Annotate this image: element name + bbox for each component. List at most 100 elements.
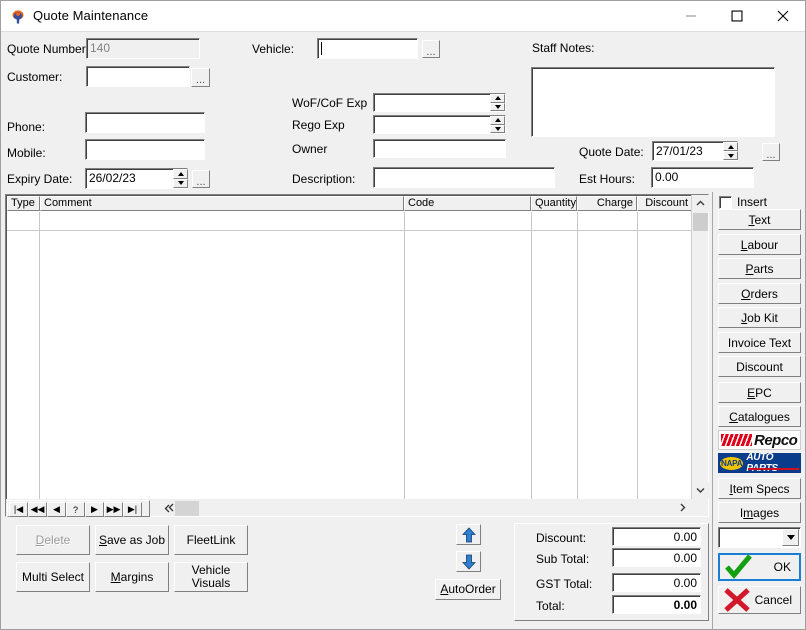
quote-number-input[interactable]: 140 xyxy=(86,38,200,59)
est-hours-label: Est Hours: xyxy=(579,172,636,186)
ok-label: OK xyxy=(773,560,791,574)
invoice-text-button[interactable]: Invoice Text xyxy=(718,332,801,353)
grid-col-quantity[interactable]: Quantity xyxy=(531,196,577,211)
grid-vertical-scrollbar[interactable] xyxy=(691,195,709,499)
quote-date-spin-down[interactable] xyxy=(723,151,738,160)
rego-exp-spin-up[interactable] xyxy=(490,116,505,125)
phone-input[interactable] xyxy=(85,112,205,133)
grid-scroll-up-button[interactable] xyxy=(692,195,709,212)
total-value[interactable]: 0.00 xyxy=(612,595,701,614)
multi-select-button[interactable]: Multi Select xyxy=(16,562,90,592)
rego-exp-spin-down[interactable] xyxy=(490,124,505,133)
nav-next-button[interactable]: ▶ xyxy=(85,502,104,517)
wof-cof-spin-up[interactable] xyxy=(490,94,505,103)
mobile-input[interactable] xyxy=(85,139,205,160)
grid-col-discount[interactable]: Discount xyxy=(637,196,692,211)
nav-first-button[interactable]: |◀ xyxy=(9,502,28,517)
staff-notes-textarea[interactable] xyxy=(531,67,775,137)
wof-cof-exp-input[interactable] xyxy=(373,93,506,112)
autoorder-button[interactable]: AutoOrder xyxy=(435,579,501,600)
vehicle-label: Vehicle: xyxy=(252,42,295,56)
nav-prev-button[interactable]: ◀ xyxy=(47,502,66,517)
quote-date-label: Quote Date: xyxy=(579,145,644,159)
phone-label: Phone: xyxy=(7,120,46,134)
description-label: Description: xyxy=(292,172,356,186)
minimize-button[interactable] xyxy=(668,1,714,31)
expiry-date-browse-button[interactable]: ... xyxy=(192,170,210,188)
orders-button[interactable]: Orders xyxy=(718,283,801,304)
insert-checkbox-row[interactable]: Insert xyxy=(719,195,767,209)
vehicle-browse-button[interactable]: ... xyxy=(422,40,440,58)
gst-total-value[interactable]: 0.00 xyxy=(612,573,701,592)
grid-col-comment[interactable]: Comment xyxy=(40,196,404,211)
expiry-date-spinner[interactable] xyxy=(173,169,188,188)
app-emblem-icon xyxy=(10,9,26,25)
parts-button[interactable]: Parts xyxy=(718,258,801,279)
cancel-button[interactable]: Cancel xyxy=(718,586,801,614)
nav-prev-page-button[interactable]: ◀◀ xyxy=(28,502,47,517)
est-hours-input[interactable]: 0.00 xyxy=(651,167,754,188)
nav-last-button[interactable]: ▶| xyxy=(123,502,142,517)
customer-browse-button[interactable]: ... xyxy=(191,68,210,87)
catalogues-button[interactable]: Catalogues xyxy=(718,406,801,427)
side-panel-dropdown[interactable] xyxy=(718,527,801,548)
chevron-down-icon[interactable] xyxy=(782,529,799,546)
expiry-date-spin-up[interactable] xyxy=(173,169,188,179)
maximize-button[interactable] xyxy=(714,1,760,31)
save-as-job-button[interactable]: Save as Job xyxy=(95,525,169,555)
wof-cof-spin-down[interactable] xyxy=(490,102,505,111)
grid-col-charge[interactable]: Charge xyxy=(577,196,637,211)
move-up-button[interactable] xyxy=(456,524,481,545)
margins-button[interactable]: Margins xyxy=(95,562,169,592)
record-navigator: |◀ ◀◀ ◀ ? ▶ ▶▶ ▶| xyxy=(7,500,150,517)
rego-exp-input[interactable] xyxy=(373,115,506,134)
grid-scroll-right-button[interactable] xyxy=(674,499,691,516)
item-specs-button[interactable]: Item Specs xyxy=(718,478,801,499)
napa-logo[interactable]: NAPA AUTO PARTS xyxy=(718,453,801,473)
delete-button[interactable]: Delete xyxy=(16,525,90,555)
grid-scroll-corner xyxy=(691,499,708,516)
sub-total-value[interactable]: 0.00 xyxy=(612,548,701,567)
nav-help-button[interactable]: ? xyxy=(66,502,85,517)
images-button[interactable]: Images xyxy=(718,502,801,523)
grid-col-type[interactable]: Type xyxy=(7,196,40,211)
text-button[interactable]: Text xyxy=(718,209,801,230)
move-down-button[interactable] xyxy=(456,551,481,572)
grid-body[interactable] xyxy=(7,212,691,499)
insert-label: Insert xyxy=(737,195,768,209)
wof-cof-exp-spinner[interactable] xyxy=(490,94,505,111)
discount-total-value[interactable]: 0.00 xyxy=(612,527,701,546)
customer-input[interactable] xyxy=(86,66,190,87)
grid-scroll-down-button[interactable] xyxy=(692,482,709,499)
owner-input[interactable] xyxy=(373,139,506,158)
vehicle-visuals-button[interactable]: Vehicle Visuals xyxy=(174,562,248,592)
labour-button[interactable]: Labour xyxy=(718,234,801,255)
grid-col-code[interactable]: Code xyxy=(404,196,531,211)
quote-date-spin-up[interactable] xyxy=(723,142,738,151)
gst-total-label: GST Total: xyxy=(536,577,593,591)
grid-vertical-scroll-thumb[interactable] xyxy=(693,213,708,231)
job-kit-button[interactable]: Job Kit xyxy=(718,307,801,328)
vehicle-visuals-line2: Visuals xyxy=(191,576,231,590)
quote-date-spinner[interactable] xyxy=(723,142,738,160)
nav-collapse-chevron-icon[interactable] xyxy=(161,501,173,516)
description-input[interactable] xyxy=(373,167,555,188)
line-items-grid[interactable]: Type Comment Code Quantity Charge Discou… xyxy=(5,194,709,517)
discount-button-label: Discount xyxy=(736,359,783,374)
ok-button[interactable]: OK xyxy=(718,553,801,581)
fleetlink-button[interactable]: FleetLink xyxy=(174,525,248,555)
close-button[interactable] xyxy=(760,1,805,31)
epc-button[interactable]: EPC xyxy=(718,382,801,403)
rego-exp-spinner[interactable] xyxy=(490,116,505,133)
nav-next-page-button[interactable]: ▶▶ xyxy=(104,502,123,517)
discount-button[interactable]: Discount xyxy=(718,356,801,377)
expiry-date-spin-down[interactable] xyxy=(173,178,188,188)
vehicle-input[interactable] xyxy=(317,38,418,59)
multi-select-label: Multi Select xyxy=(21,569,85,584)
insert-checkbox[interactable] xyxy=(719,195,732,209)
repco-logo[interactable]: Repco xyxy=(718,430,801,450)
quote-date-browse-button[interactable]: ... xyxy=(762,143,780,161)
vehicle-visuals-line1: Vehicle xyxy=(191,563,231,577)
vehicle-text-caret xyxy=(321,42,322,55)
staff-notes-label: Staff Notes: xyxy=(532,41,595,55)
